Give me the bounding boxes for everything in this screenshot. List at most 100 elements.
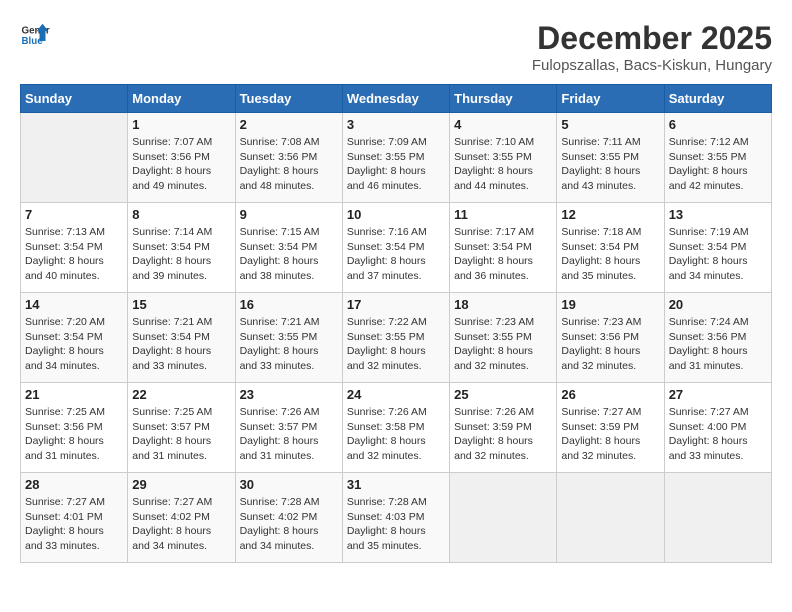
day-info: Sunrise: 7:28 AMSunset: 4:02 PMDaylight:… bbox=[240, 495, 338, 554]
day-number: 28 bbox=[25, 477, 123, 492]
day-number: 21 bbox=[25, 387, 123, 402]
day-info: Sunrise: 7:14 AMSunset: 3:54 PMDaylight:… bbox=[132, 225, 230, 284]
day-info: Sunrise: 7:16 AMSunset: 3:54 PMDaylight:… bbox=[347, 225, 445, 284]
day-info: Sunrise: 7:23 AMSunset: 3:55 PMDaylight:… bbox=[454, 315, 552, 374]
calendar-cell: 11 Sunrise: 7:17 AMSunset: 3:54 PMDayligh… bbox=[450, 203, 557, 293]
day-info: Sunrise: 7:26 AMSunset: 3:58 PMDaylight:… bbox=[347, 405, 445, 464]
day-number: 13 bbox=[669, 207, 767, 222]
calendar-cell: 3Sunrise: 7:09 AMSunset: 3:55 PMDaylight… bbox=[342, 113, 449, 203]
day-number: 31 bbox=[347, 477, 445, 492]
day-info: Sunrise: 7:27 AMSunset: 4:01 PMDaylight:… bbox=[25, 495, 123, 554]
calendar-cell: 1Sunrise: 7:07 AMSunset: 3:56 PMDaylight… bbox=[128, 113, 235, 203]
day-number: 18 bbox=[454, 297, 552, 312]
day-info: Sunrise: 7:22 AMSunset: 3:55 PMDaylight:… bbox=[347, 315, 445, 374]
calendar-title: December 2025 bbox=[532, 20, 772, 57]
day-info: Sunrise: 7:21 AMSunset: 3:54 PMDaylight:… bbox=[132, 315, 230, 374]
calendar-table: SundayMondayTuesdayWednesdayThursdayFrid… bbox=[20, 84, 772, 563]
header-day-monday: Monday bbox=[128, 85, 235, 113]
day-info: Sunrise: 7:21 AMSunset: 3:55 PMDaylight:… bbox=[240, 315, 338, 374]
day-info: Sunrise: 7:17 AMSunset: 3:54 PMDaylight:… bbox=[454, 225, 552, 284]
calendar-cell: 8 Sunrise: 7:14 AMSunset: 3:54 PMDaylight… bbox=[128, 203, 235, 293]
calendar-cell: 7Sunrise: 7:13 AMSunset: 3:54 PMDaylight… bbox=[21, 203, 128, 293]
calendar-cell: 29 Sunrise: 7:27 AMSunset: 4:02 PMDayligh… bbox=[128, 473, 235, 563]
header-day-wednesday: Wednesday bbox=[342, 85, 449, 113]
day-info: Sunrise: 7:23 AMSunset: 3:56 PMDaylight:… bbox=[561, 315, 659, 374]
calendar-cell: 25 Sunrise: 7:26 AMSunset: 3:59 PMDayligh… bbox=[450, 383, 557, 473]
day-number: 6 bbox=[669, 117, 767, 132]
day-info: Sunrise: 7:28 AMSunset: 4:03 PMDaylight:… bbox=[347, 495, 445, 554]
week-row-4: 21 Sunrise: 7:25 AMSunset: 3:56 PMDayligh… bbox=[21, 383, 772, 473]
week-row-1: 1Sunrise: 7:07 AMSunset: 3:56 PMDaylight… bbox=[21, 113, 772, 203]
day-number: 16 bbox=[240, 297, 338, 312]
calendar-cell: 14 Sunrise: 7:20 AMSunset: 3:54 PMDayligh… bbox=[21, 293, 128, 383]
day-info: Sunrise: 7:10 AMSunset: 3:55 PMDaylight:… bbox=[454, 135, 552, 194]
day-number: 8 bbox=[132, 207, 230, 222]
day-number: 1 bbox=[132, 117, 230, 132]
calendar-cell bbox=[450, 473, 557, 563]
day-number: 2 bbox=[240, 117, 338, 132]
day-info: Sunrise: 7:25 AMSunset: 3:56 PMDaylight:… bbox=[25, 405, 123, 464]
week-row-3: 14 Sunrise: 7:20 AMSunset: 3:54 PMDayligh… bbox=[21, 293, 772, 383]
calendar-subtitle: Fulopszallas, Bacs-Kiskun, Hungary bbox=[532, 57, 772, 74]
calendar-cell: 4 Sunrise: 7:10 AMSunset: 3:55 PMDaylight… bbox=[450, 113, 557, 203]
day-number: 4 bbox=[454, 117, 552, 132]
day-info: Sunrise: 7:11 AMSunset: 3:55 PMDaylight:… bbox=[561, 135, 659, 194]
day-info: Sunrise: 7:25 AMSunset: 3:57 PMDaylight:… bbox=[132, 405, 230, 464]
calendar-cell: 15Sunrise: 7:21 AMSunset: 3:54 PMDayligh… bbox=[128, 293, 235, 383]
day-number: 23 bbox=[240, 387, 338, 402]
day-number: 3 bbox=[347, 117, 445, 132]
day-number: 5 bbox=[561, 117, 659, 132]
calendar-cell: 20 Sunrise: 7:24 AMSunset: 3:56 PMDayligh… bbox=[664, 293, 771, 383]
day-number: 25 bbox=[454, 387, 552, 402]
calendar-cell: 12 Sunrise: 7:18 AMSunset: 3:54 PMDayligh… bbox=[557, 203, 664, 293]
day-number: 29 bbox=[132, 477, 230, 492]
day-number: 27 bbox=[669, 387, 767, 402]
title-block: December 2025 Fulopszallas, Bacs-Kiskun,… bbox=[532, 20, 772, 74]
week-row-5: 28 Sunrise: 7:27 AMSunset: 4:01 PMDayligh… bbox=[21, 473, 772, 563]
calendar-cell: 18 Sunrise: 7:23 AMSunset: 3:55 PMDayligh… bbox=[450, 293, 557, 383]
calendar-cell: 9Sunrise: 7:15 AMSunset: 3:54 PMDaylight… bbox=[235, 203, 342, 293]
calendar-cell bbox=[664, 473, 771, 563]
day-number: 14 bbox=[25, 297, 123, 312]
day-number: 12 bbox=[561, 207, 659, 222]
header-day-thursday: Thursday bbox=[450, 85, 557, 113]
calendar-cell: 16 Sunrise: 7:21 AMSunset: 3:55 PMDayligh… bbox=[235, 293, 342, 383]
day-number: 11 bbox=[454, 207, 552, 222]
page-header: General Blue December 2025 Fulopszallas,… bbox=[20, 20, 772, 74]
calendar-cell bbox=[21, 113, 128, 203]
day-info: Sunrise: 7:26 AMSunset: 3:59 PMDaylight:… bbox=[454, 405, 552, 464]
day-info: Sunrise: 7:26 AMSunset: 3:57 PMDaylight:… bbox=[240, 405, 338, 464]
calendar-cell: 17Sunrise: 7:22 AMSunset: 3:55 PMDayligh… bbox=[342, 293, 449, 383]
day-number: 10 bbox=[347, 207, 445, 222]
calendar-cell: 2 Sunrise: 7:08 AMSunset: 3:56 PMDaylight… bbox=[235, 113, 342, 203]
logo: General Blue bbox=[20, 20, 50, 50]
header-day-friday: Friday bbox=[557, 85, 664, 113]
logo-icon: General Blue bbox=[20, 20, 50, 50]
day-number: 20 bbox=[669, 297, 767, 312]
header-row: SundayMondayTuesdayWednesdayThursdayFrid… bbox=[21, 85, 772, 113]
calendar-cell: 5 Sunrise: 7:11 AMSunset: 3:55 PMDaylight… bbox=[557, 113, 664, 203]
calendar-cell: 19Sunrise: 7:23 AMSunset: 3:56 PMDayligh… bbox=[557, 293, 664, 383]
day-info: Sunrise: 7:18 AMSunset: 3:54 PMDaylight:… bbox=[561, 225, 659, 284]
day-info: Sunrise: 7:27 AMSunset: 4:00 PMDaylight:… bbox=[669, 405, 767, 464]
calendar-cell: 22 Sunrise: 7:25 AMSunset: 3:57 PMDayligh… bbox=[128, 383, 235, 473]
calendar-cell: 28 Sunrise: 7:27 AMSunset: 4:01 PMDayligh… bbox=[21, 473, 128, 563]
day-number: 22 bbox=[132, 387, 230, 402]
day-info: Sunrise: 7:24 AMSunset: 3:56 PMDaylight:… bbox=[669, 315, 767, 374]
day-info: Sunrise: 7:27 AMSunset: 4:02 PMDaylight:… bbox=[132, 495, 230, 554]
calendar-cell: 6Sunrise: 7:12 AMSunset: 3:55 PMDaylight… bbox=[664, 113, 771, 203]
calendar-cell: 21 Sunrise: 7:25 AMSunset: 3:56 PMDayligh… bbox=[21, 383, 128, 473]
header-day-saturday: Saturday bbox=[664, 85, 771, 113]
calendar-cell: 31 Sunrise: 7:28 AMSunset: 4:03 PMDayligh… bbox=[342, 473, 449, 563]
day-info: Sunrise: 7:20 AMSunset: 3:54 PMDaylight:… bbox=[25, 315, 123, 374]
day-info: Sunrise: 7:08 AMSunset: 3:56 PMDaylight:… bbox=[240, 135, 338, 194]
day-info: Sunrise: 7:15 AMSunset: 3:54 PMDaylight:… bbox=[240, 225, 338, 284]
day-number: 24 bbox=[347, 387, 445, 402]
header-day-sunday: Sunday bbox=[21, 85, 128, 113]
week-row-2: 7Sunrise: 7:13 AMSunset: 3:54 PMDaylight… bbox=[21, 203, 772, 293]
calendar-cell: 10 Sunrise: 7:16 AMSunset: 3:54 PMDayligh… bbox=[342, 203, 449, 293]
day-number: 26 bbox=[561, 387, 659, 402]
calendar-cell: 23 Sunrise: 7:26 AMSunset: 3:57 PMDayligh… bbox=[235, 383, 342, 473]
day-info: Sunrise: 7:19 AMSunset: 3:54 PMDaylight:… bbox=[669, 225, 767, 284]
day-number: 30 bbox=[240, 477, 338, 492]
